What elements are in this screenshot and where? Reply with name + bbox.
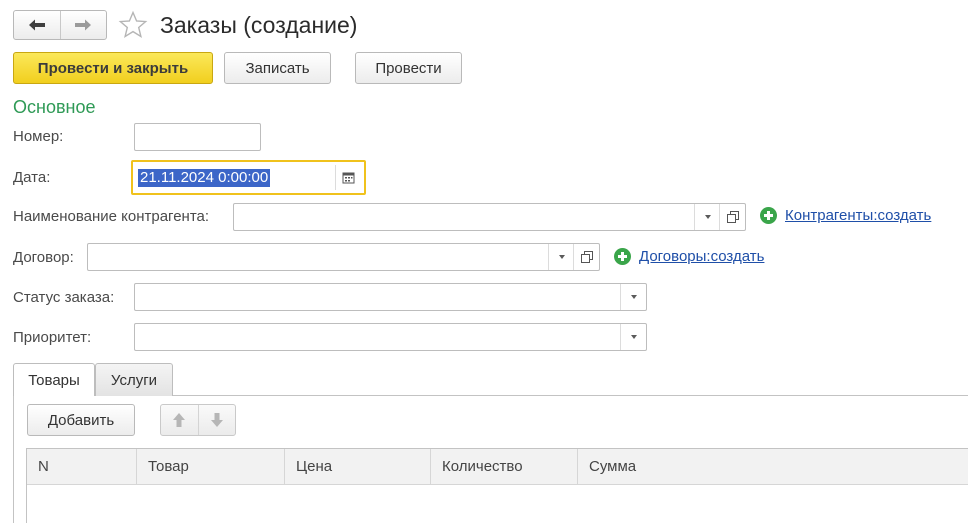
arrow-down-icon [210,413,223,427]
tab-panel-border [13,395,14,523]
number-label: Номер: [13,128,64,145]
counterparty-create-link[interactable]: Контрагенты:создать [760,207,931,224]
contract-field[interactable] [87,243,600,271]
contract-create-link[interactable]: Договоры:создать [614,248,764,265]
contract-create-link-text: Договоры:создать [639,248,765,265]
move-buttons [160,404,236,436]
chevron-down-icon [630,295,637,299]
plus-circle-icon [614,248,631,265]
status-label: Статус заказа: [13,289,115,306]
add-row-button[interactable]: Добавить [27,404,135,436]
priority-label: Приоритет: [13,329,92,346]
favorite-star-button[interactable] [118,10,148,40]
contract-dropdown-button[interactable] [548,244,574,270]
date-value: 21.11.2024 0:00:00 [138,169,271,187]
calendar-icon [342,172,355,184]
chevron-down-icon [558,255,565,259]
counterparty-field[interactable] [233,203,746,231]
page-title: Заказы (создание) [160,12,358,38]
move-down-button[interactable] [197,405,235,435]
priority-dropdown-button[interactable] [620,324,646,350]
arrow-right-icon [75,19,92,31]
back-button[interactable] [14,11,60,39]
calendar-button[interactable] [335,165,361,190]
priority-field[interactable] [134,323,647,351]
counterparty-create-link-text: Контрагенты:создать [785,207,932,224]
open-form-icon [726,211,739,223]
column-header-product[interactable]: Товар [137,449,285,484]
counterparty-label: Наименование контрагента: [13,208,210,225]
goods-table-header: N Товар Цена Количество Сумма [27,449,968,485]
date-label: Дата: [13,169,51,186]
chevron-down-icon [704,215,711,219]
tab-strip-divider [94,395,968,396]
navigation-buttons [13,10,107,40]
star-icon [118,10,148,38]
move-up-button[interactable] [161,405,198,435]
date-field[interactable]: 21.11.2024 0:00:00 [131,160,366,195]
goods-table[interactable]: N Товар Цена Количество Сумма [26,448,968,523]
counterparty-open-button[interactable] [719,204,745,230]
tab-goods[interactable]: Товары [13,363,95,396]
status-dropdown-button[interactable] [620,284,646,310]
section-title-main: Основное [13,97,96,117]
counterparty-dropdown-button[interactable] [694,204,720,230]
open-form-icon [580,251,593,263]
plus-circle-icon [760,207,777,224]
column-header-sum[interactable]: Сумма [578,449,968,484]
post-and-close-button[interactable]: Провести и закрыть [13,52,213,84]
number-field[interactable] [134,123,261,151]
post-button[interactable]: Провести [355,52,462,84]
column-header-quantity[interactable]: Количество [431,449,578,484]
arrow-left-icon [28,19,45,31]
column-header-price[interactable]: Цена [285,449,431,484]
chevron-down-icon [630,335,637,339]
column-header-n[interactable]: N [27,449,137,484]
save-button[interactable]: Записать [224,52,331,84]
status-field[interactable] [134,283,647,311]
forward-button[interactable] [59,11,106,39]
contract-label: Договор: [13,249,74,266]
tab-services[interactable]: Услуги [95,363,173,396]
contract-open-button[interactable] [573,244,599,270]
arrow-up-icon [173,413,186,427]
